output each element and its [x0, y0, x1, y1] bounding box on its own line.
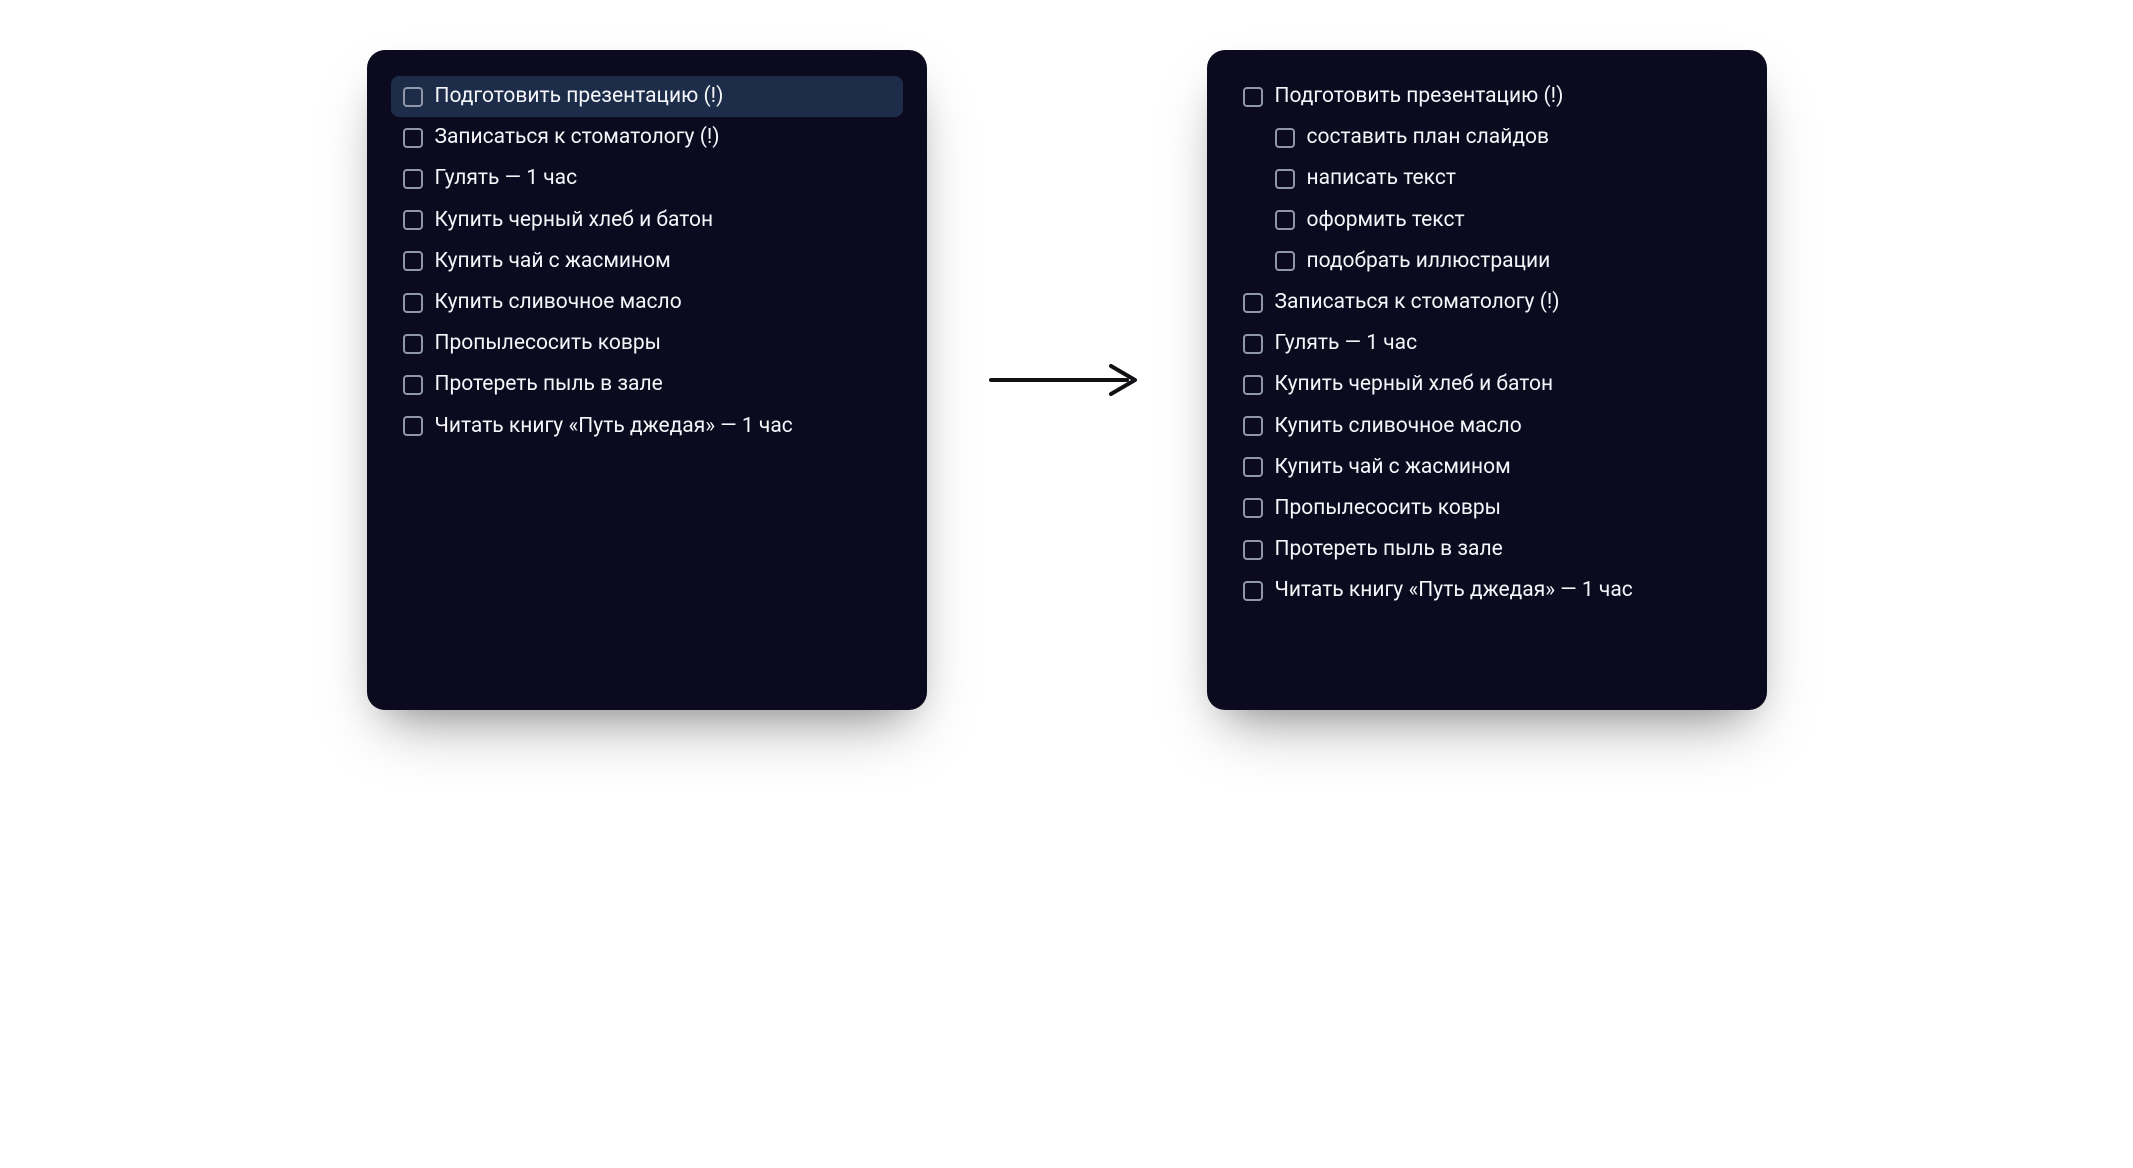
checkbox-icon[interactable]	[1275, 128, 1295, 148]
task-list-before: Подготовить презентацию (!) Записаться к…	[391, 76, 903, 447]
list-item[interactable]: Записаться к стоматологу (!)	[1231, 282, 1743, 323]
task-label: составить план слайдов	[1307, 125, 1550, 150]
task-label: Купить чай с жасмином	[435, 249, 671, 274]
list-item[interactable]: Гулять — 1 час	[1231, 323, 1743, 364]
checkbox-icon[interactable]	[403, 293, 423, 313]
task-label: Записаться к стоматологу (!)	[1275, 290, 1560, 315]
task-label: Подготовить презентацию (!)	[435, 84, 724, 109]
list-item[interactable]: Купить чай с жасмином	[1231, 447, 1743, 488]
checkbox-icon[interactable]	[1243, 375, 1263, 395]
task-label: оформить текст	[1307, 208, 1465, 233]
list-item[interactable]: подобрать иллюстрации	[1263, 241, 1743, 282]
task-label: Записаться к стоматологу (!)	[435, 125, 720, 150]
checkbox-icon[interactable]	[1243, 87, 1263, 107]
checkbox-icon[interactable]	[403, 169, 423, 189]
task-label: Купить черный хлеб и батон	[435, 208, 714, 233]
task-label: Купить чай с жасмином	[1275, 455, 1511, 480]
checkbox-icon[interactable]	[403, 251, 423, 271]
list-item[interactable]: Купить черный хлеб и батон	[391, 200, 903, 241]
checkbox-icon[interactable]	[403, 416, 423, 436]
arrow-right-icon	[987, 50, 1147, 710]
list-item[interactable]: Записаться к стоматологу (!)	[391, 117, 903, 158]
checkbox-icon[interactable]	[1243, 416, 1263, 436]
list-item[interactable]: Протереть пыль в зале	[391, 364, 903, 405]
task-label: Подготовить презентацию (!)	[1275, 84, 1564, 109]
checkbox-icon[interactable]	[403, 334, 423, 354]
comparison-stage: Подготовить презентацию (!) Записаться к…	[342, 50, 1792, 710]
checkbox-icon[interactable]	[403, 87, 423, 107]
list-item[interactable]: оформить текст	[1263, 200, 1743, 241]
task-panel-before: Подготовить презентацию (!) Записаться к…	[367, 50, 927, 710]
task-label: написать текст	[1307, 166, 1456, 191]
checkbox-icon[interactable]	[1275, 210, 1295, 230]
list-item[interactable]: Пропылесосить ковры	[1231, 488, 1743, 529]
task-label: Пропылесосить ковры	[1275, 496, 1501, 521]
task-label: Купить сливочное масло	[1275, 414, 1522, 439]
task-label: Купить черный хлеб и батон	[1275, 372, 1554, 397]
checkbox-icon[interactable]	[1243, 457, 1263, 477]
checkbox-icon[interactable]	[1243, 293, 1263, 313]
task-label: подобрать иллюстрации	[1307, 249, 1551, 274]
list-item[interactable]: Купить черный хлеб и батон	[1231, 364, 1743, 405]
list-item[interactable]: Протереть пыль в зале	[1231, 529, 1743, 570]
task-label: Гулять — 1 час	[435, 166, 578, 191]
checkbox-icon[interactable]	[403, 375, 423, 395]
list-item[interactable]: Купить сливочное масло	[1231, 406, 1743, 447]
list-item[interactable]: Гулять — 1 час	[391, 158, 903, 199]
checkbox-icon[interactable]	[1243, 581, 1263, 601]
checkbox-icon[interactable]	[1243, 334, 1263, 354]
checkbox-icon[interactable]	[1243, 540, 1263, 560]
checkbox-icon[interactable]	[1243, 498, 1263, 518]
task-label: Читать книгу «Путь джедая» — 1 час	[435, 414, 793, 439]
task-label: Протереть пыль в зале	[435, 372, 663, 397]
list-item[interactable]: составить план слайдов	[1263, 117, 1743, 158]
list-item[interactable]: Подготовить презентацию (!)	[1231, 76, 1743, 117]
list-item[interactable]: написать текст	[1263, 158, 1743, 199]
checkbox-icon[interactable]	[403, 210, 423, 230]
task-label: Гулять — 1 час	[1275, 331, 1418, 356]
list-item[interactable]: Читать книгу «Путь джедая» — 1 час	[1231, 570, 1743, 611]
task-list-after: Подготовить презентацию (!) составить пл…	[1231, 76, 1743, 611]
list-item[interactable]: Подготовить презентацию (!)	[391, 76, 903, 117]
task-label: Пропылесосить ковры	[435, 331, 661, 356]
checkbox-icon[interactable]	[403, 128, 423, 148]
list-item[interactable]: Купить сливочное масло	[391, 282, 903, 323]
task-label: Купить сливочное масло	[435, 290, 682, 315]
list-item[interactable]: Читать книгу «Путь джедая» — 1 час	[391, 406, 903, 447]
checkbox-icon[interactable]	[1275, 169, 1295, 189]
list-item[interactable]: Купить чай с жасмином	[391, 241, 903, 282]
task-label: Читать книгу «Путь джедая» — 1 час	[1275, 578, 1633, 603]
task-label: Протереть пыль в зале	[1275, 537, 1503, 562]
task-panel-after: Подготовить презентацию (!) составить пл…	[1207, 50, 1767, 710]
list-item[interactable]: Пропылесосить ковры	[391, 323, 903, 364]
checkbox-icon[interactable]	[1275, 251, 1295, 271]
